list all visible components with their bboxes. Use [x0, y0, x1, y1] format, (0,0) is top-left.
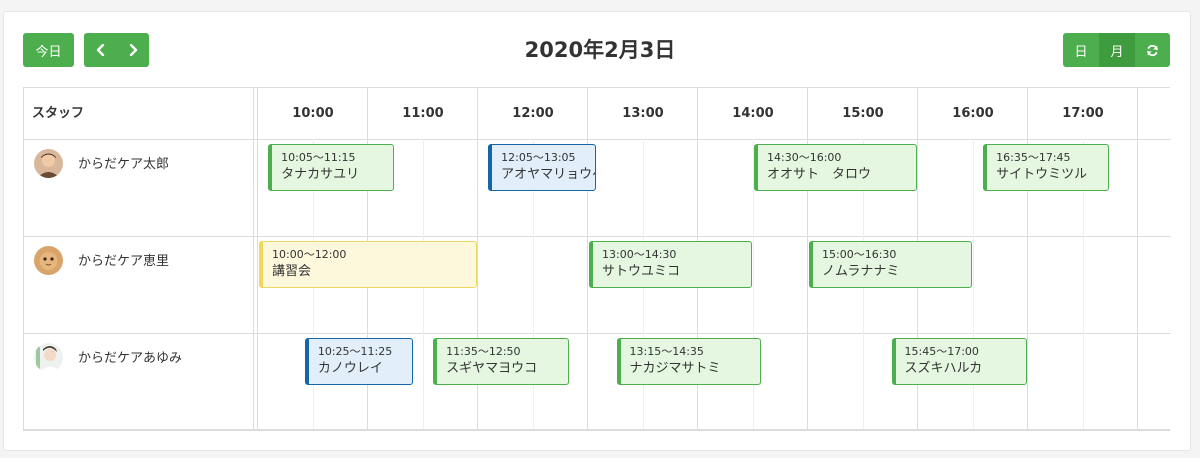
time-slot-header: 15:00 [842, 106, 884, 121]
event-time: 13:00〜14:30 [602, 248, 677, 261]
hour-gridline [1027, 88, 1028, 429]
staff-name: からだケア恵里 [78, 254, 170, 269]
scheduler-grid: スタッフ からだケア太郎 からだケア恵里 からだケアあゆみ 10:00 11:0… [23, 87, 1171, 431]
appointment-event[interactable]: 13:00〜14:30 サトウユミコ [589, 241, 752, 288]
event-time: 10:05〜11:15 [281, 151, 356, 164]
time-slot-header: 12:00 [512, 106, 554, 121]
hour-gridline [1137, 88, 1138, 429]
staff-row: からだケア恵里 [24, 236, 254, 333]
time-slot-header: 14:00 [732, 106, 774, 121]
event-title: サトウユミコ [602, 264, 681, 279]
event-time: 15:45〜17:00 [904, 345, 979, 358]
time-slot-header: 17:00 [1062, 106, 1104, 121]
day-view-button[interactable]: 日 [1063, 33, 1099, 67]
appointment-event[interactable]: 15:45〜17:00 スズキハルカ [891, 338, 1027, 385]
staff-column-header: スタッフ [32, 106, 85, 121]
chevron-right-icon [128, 44, 138, 56]
time-slot-header: 11:00 [402, 106, 444, 121]
event-time: 10:25〜11:25 [317, 345, 393, 358]
staff-name: からだケアあゆみ [78, 351, 183, 366]
event-title: ノムラナナミ [822, 264, 900, 279]
event-time: 10:00〜12:00 [272, 248, 347, 261]
event-time: 16:35〜17:45 [996, 151, 1071, 164]
next-button[interactable] [117, 33, 149, 67]
view-button-group: 日 月 [1063, 33, 1170, 67]
appointment-event[interactable]: 10:05〜11:15 タナカサユリ [268, 144, 395, 191]
event-title: サイトウミツル [996, 167, 1088, 182]
nav-button-group [84, 33, 149, 67]
prev-button[interactable] [85, 33, 117, 67]
event-time: 12:05〜13:05 [501, 151, 576, 164]
appointment-event[interactable]: 10:25〜11:25 カノウレイ [304, 338, 413, 385]
event-time: 15:00〜16:30 [822, 248, 897, 261]
event-time: 14:30〜16:00 [767, 151, 842, 164]
staff-row: からだケアあゆみ [24, 333, 254, 429]
hour-gridline [807, 88, 808, 429]
hour-gridline [587, 88, 588, 429]
staff-row: からだケア太郎 [24, 139, 254, 236]
event-title: タナカサユリ [281, 167, 360, 182]
event-time: 11:35〜12:50 [446, 345, 521, 358]
event-title: オオサト タロウ [767, 167, 872, 182]
chevron-left-icon [96, 44, 106, 56]
event-title: アオヤマリョウヘイ [501, 167, 595, 182]
event-title: スズキハルカ [904, 361, 983, 376]
appointment-event[interactable]: 13:15〜14:35 ナカジマサトミ [616, 338, 762, 385]
event-title: カノウレイ [317, 361, 383, 376]
half-hour-gridline [973, 139, 974, 429]
time-slot-header: 10:00 [292, 106, 334, 121]
appointment-event[interactable]: 16:35〜17:45 サイトウミツル [983, 144, 1110, 191]
avatar [34, 246, 63, 275]
avatar [34, 343, 63, 372]
month-view-button[interactable]: 月 [1099, 33, 1135, 67]
appointment-event[interactable]: 11:35〜12:50 スギヤマヨウコ [433, 338, 569, 385]
time-slot-header: 16:00 [952, 106, 994, 121]
staff-name: からだケア太郎 [78, 157, 170, 172]
avatar [34, 149, 63, 178]
refresh-button[interactable] [1135, 33, 1170, 67]
appointment-event[interactable]: 15:00〜16:30 ノムラナナミ [809, 241, 972, 288]
refresh-icon [1146, 44, 1159, 57]
appointment-event[interactable]: 10:00〜12:00 講習会 [259, 241, 477, 288]
today-button[interactable]: 今日 [23, 33, 74, 67]
event-time: 13:15〜14:35 [629, 345, 704, 358]
event-title: ナカジマサトミ [629, 361, 721, 376]
appointment-event[interactable]: 14:30〜16:00 オオサト タロウ [754, 144, 917, 191]
timeline: 10:00 11:00 12:00 13:00 14:00 15:00 16:00 17:00… [258, 88, 1171, 429]
appointment-event[interactable]: 12:05〜13:05 アオヤマリョウヘイ [488, 144, 597, 191]
event-title: 講習会 [272, 264, 312, 279]
time-slot-header: 13:00 [622, 106, 664, 121]
event-title: スギヤマヨウコ [446, 361, 538, 376]
